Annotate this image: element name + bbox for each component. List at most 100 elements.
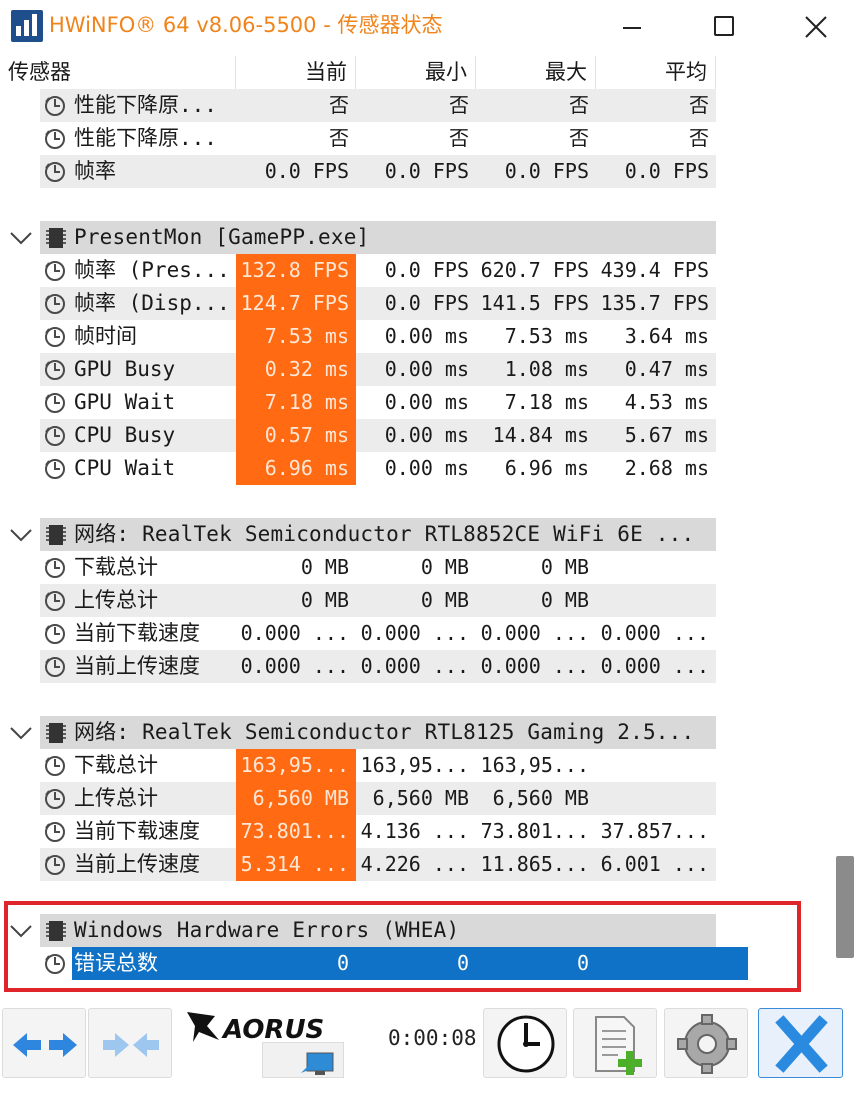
sensor-clock-icon xyxy=(44,755,66,781)
bottom-toolbar: AORUS 0:00:08 xyxy=(0,998,863,1098)
sensor-clock-icon xyxy=(44,557,66,583)
value-current: 73.801... xyxy=(236,815,356,848)
value-avg: 否 xyxy=(689,126,709,150)
report-button[interactable] xyxy=(573,1008,657,1078)
value-avg xyxy=(596,782,716,815)
window-close-button[interactable] xyxy=(770,0,862,55)
group-name: Windows Hardware Errors (WHEA) xyxy=(74,918,460,942)
chevron-down-icon[interactable] xyxy=(9,725,33,745)
close-button[interactable] xyxy=(758,1008,843,1078)
settings-button[interactable] xyxy=(664,1008,748,1078)
column-header-sensor[interactable]: 传感器 xyxy=(0,56,236,89)
sensor-clock-icon xyxy=(44,392,66,418)
sensor-name: 帧率 xyxy=(74,159,116,183)
value-min: 0 xyxy=(456,951,469,975)
spacer-row xyxy=(0,881,716,914)
group-name: 网络: RealTek Semiconductor RTL8852CE WiFi… xyxy=(74,522,695,546)
sensor-row[interactable]: 下载总计 0 MB 0 MB 0 MB xyxy=(0,551,716,584)
sensor-clock-icon xyxy=(44,128,66,154)
maximize-button[interactable] xyxy=(677,0,769,55)
sensor-row[interactable]: 当前上传速度 0.000 ... 0.000 ... 0.000 ... 0.000 .… xyxy=(0,650,716,683)
sensor-group-row[interactable]: PresentMon [GamePP.exe] xyxy=(0,221,716,254)
sensor-row[interactable]: 帧率 (Disp... 124.7 FPS 0.0 FPS 141.5 FPS 135.… xyxy=(0,287,716,320)
sensor-name: 性能下降原... xyxy=(74,93,217,117)
tray-button[interactable] xyxy=(262,1042,344,1078)
sensor-name: GPU Busy xyxy=(74,357,176,381)
value-avg: 2.68 ms xyxy=(624,456,709,480)
scrollbar-thumb[interactable] xyxy=(836,856,854,958)
value-min: 否 xyxy=(449,126,469,150)
value-max: 7.53 ms xyxy=(504,324,589,348)
minimize-button[interactable] xyxy=(586,0,678,55)
sensor-row[interactable]: 上传总计 6,560 MB 6,560 MB 6,560 MB xyxy=(0,782,716,815)
sensor-row[interactable]: 性能下降原... 否 否 否 否 xyxy=(0,89,716,122)
monitor-icon xyxy=(301,1052,334,1075)
sensor-name: 当前下载速度 xyxy=(74,621,200,645)
value-min: 0.00 ms xyxy=(384,357,469,381)
converge-arrows-icon xyxy=(103,1033,159,1057)
reset-timer-button[interactable] xyxy=(483,1008,567,1078)
sensor-row[interactable]: CPU Busy 0.57 ms 0.00 ms 14.84 ms 5.67 ms xyxy=(0,419,716,452)
value-max: 11.865... xyxy=(480,852,589,876)
value-current: 7.18 ms xyxy=(236,386,356,419)
value-avg: 37.857... xyxy=(600,819,709,843)
column-header-max[interactable]: 最大 xyxy=(476,56,596,89)
value-min: 0.0 FPS xyxy=(384,258,469,282)
value-min: 163,95... xyxy=(360,753,469,777)
sensor-clock-icon xyxy=(44,260,66,286)
navigate-button[interactable] xyxy=(2,1008,86,1078)
column-header-min[interactable]: 最小 xyxy=(356,56,476,89)
sensor-row[interactable]: 当前上传速度 5.314 ... 4.226 ... 11.865... 6.001 .… xyxy=(0,848,716,881)
sensor-clock-icon xyxy=(44,590,66,616)
value-max: 1.08 ms xyxy=(504,357,589,381)
value-max: 否 xyxy=(569,126,589,150)
value-max: 0.000 ... xyxy=(480,654,589,678)
value-max: 6,560 MB xyxy=(492,786,589,810)
chip-icon xyxy=(46,722,66,744)
value-avg xyxy=(596,584,716,617)
value-max: 0.0 FPS xyxy=(504,159,589,183)
elapsed-timer: 0:00:08 xyxy=(388,1026,477,1050)
value-avg: 0.47 ms xyxy=(624,357,709,381)
sensor-clock-icon xyxy=(44,326,66,352)
vertical-scrollbar[interactable] xyxy=(836,56,863,996)
chevron-down-icon[interactable] xyxy=(9,923,33,943)
chevron-down-icon[interactable] xyxy=(9,527,33,547)
chip-icon xyxy=(46,227,66,249)
column-header-current[interactable]: 当前 xyxy=(236,56,356,89)
value-min: 0.0 FPS xyxy=(384,159,469,183)
value-min: 4.136 ... xyxy=(360,819,469,843)
value-min: 0.00 ms xyxy=(384,390,469,414)
sensor-name: 上传总计 xyxy=(74,588,158,612)
svg-text:AORUS: AORUS xyxy=(221,1015,324,1045)
sensor-name: 当前上传速度 xyxy=(74,654,200,678)
collapse-button[interactable] xyxy=(88,1008,172,1078)
sensor-name: 当前下载速度 xyxy=(74,819,200,843)
sensor-row[interactable]: 帧时间 7.53 ms 0.00 ms 7.53 ms 3.64 ms xyxy=(0,320,716,353)
sensor-row[interactable]: 性能下降原... 否 否 否 否 xyxy=(0,122,716,155)
value-min: 4.226 ... xyxy=(360,852,469,876)
value-current: 6,560 MB xyxy=(236,782,356,815)
sensor-group-row[interactable]: 网络: RealTek Semiconductor RTL8852CE WiFi… xyxy=(0,518,716,551)
value-current: 0.000 ... xyxy=(240,621,349,645)
value-max: 否 xyxy=(569,93,589,117)
value-current: 0 MB xyxy=(300,555,349,579)
sensor-group-row[interactable]: 网络: RealTek Semiconductor RTL8125 Gaming… xyxy=(0,716,716,749)
sensor-row[interactable]: 错误总数 0 0 0 xyxy=(0,947,748,980)
sensor-row[interactable]: 帧率 0.0 FPS 0.0 FPS 0.0 FPS 0.0 FPS xyxy=(0,155,716,188)
sensor-row[interactable]: 当前下载速度 73.801... 4.136 ... 73.801... 37.857.… xyxy=(0,815,716,848)
sensor-row[interactable]: 当前下载速度 0.000 ... 0.000 ... 0.000 ... 0.000 .… xyxy=(0,617,716,650)
sensor-row[interactable]: 上传总计 0 MB 0 MB 0 MB xyxy=(0,584,716,617)
chevron-down-icon[interactable] xyxy=(9,230,33,250)
sensor-table[interactable]: 传感器 当前 最小 最大 平均 性能下降原... 否否否否性能下降原... 否否否否… xyxy=(0,56,836,996)
sensor-group-row[interactable]: Windows Hardware Errors (WHEA) xyxy=(0,914,716,947)
sensor-row[interactable]: GPU Wait 7.18 ms 0.00 ms 7.18 ms 4.53 ms xyxy=(0,386,716,419)
sensor-row[interactable]: CPU Wait 6.96 ms 0.00 ms 6.96 ms 2.68 ms xyxy=(0,452,716,485)
sensor-row[interactable]: GPU Busy 0.32 ms 0.00 ms 1.08 ms 0.47 ms xyxy=(0,353,716,386)
sensor-clock-icon xyxy=(44,458,66,484)
sensor-row[interactable]: 下载总计 163,95... 163,95... 163,95... xyxy=(0,749,716,782)
sensor-row[interactable]: 帧率 (Pres... 132.8 FPS 0.0 FPS 620.7 FPS 439.… xyxy=(0,254,716,287)
sensor-name: 下载总计 xyxy=(74,753,158,777)
value-max: 73.801... xyxy=(480,819,589,843)
column-header-avg[interactable]: 平均 xyxy=(596,56,716,89)
